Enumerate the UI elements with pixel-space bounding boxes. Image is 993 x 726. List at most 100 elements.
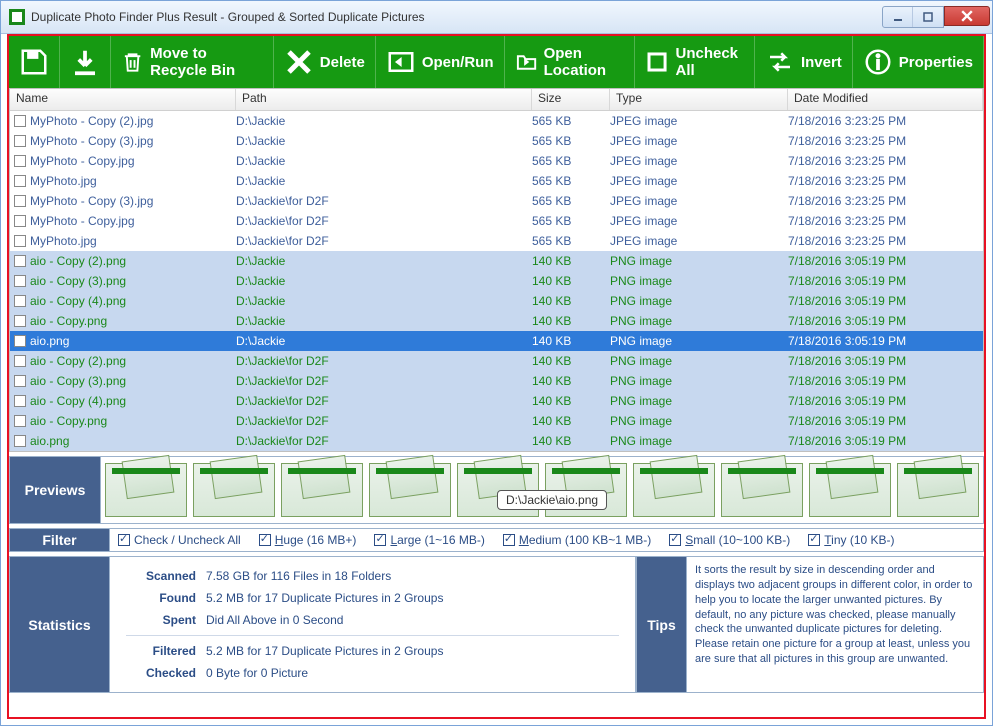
row-checkbox[interactable]	[14, 215, 26, 227]
save-button[interactable]	[9, 36, 60, 88]
row-checkbox[interactable]	[14, 335, 26, 347]
cell-size: 140 KB	[532, 394, 610, 408]
stat-filtered: 5.2 MB for 17 Duplicate Pictures in 2 Gr…	[206, 644, 443, 658]
cell-date: 7/18/2016 3:23:25 PM	[788, 214, 983, 228]
preview-thumbnail[interactable]	[105, 463, 187, 517]
cell-date: 7/18/2016 3:05:19 PM	[788, 434, 983, 448]
uncheck-button[interactable]: Uncheck All	[635, 36, 755, 88]
cell-size: 140 KB	[532, 314, 610, 328]
table-row[interactable]: aio.pngD:\Jackie\for D2F140 KBPNG image7…	[10, 431, 983, 451]
preview-thumbnail[interactable]	[809, 463, 891, 517]
cell-type: PNG image	[610, 254, 788, 268]
table-row[interactable]: MyPhoto.jpgD:\Jackie565 KBJPEG image7/18…	[10, 171, 983, 191]
cell-name: aio - Copy.png	[30, 414, 107, 428]
open-button[interactable]: Open/Run	[376, 36, 505, 88]
row-checkbox[interactable]	[14, 355, 26, 367]
location-button[interactable]: Open Location	[505, 36, 636, 88]
cell-type: JPEG image	[610, 194, 788, 208]
table-row[interactable]: MyPhoto - Copy (2).jpgD:\Jackie565 KBJPE…	[10, 111, 983, 131]
cell-path: D:\Jackie	[236, 314, 532, 328]
preview-thumbnail[interactable]	[369, 463, 451, 517]
cell-path: D:\Jackie	[236, 114, 532, 128]
filter-small[interactable]: Small (10~100 KB-)	[669, 533, 790, 547]
column-date[interactable]: Date Modified	[788, 89, 983, 110]
row-checkbox[interactable]	[14, 375, 26, 387]
cell-name: MyPhoto - Copy.jpg	[30, 214, 135, 228]
cell-date: 7/18/2016 3:23:25 PM	[788, 134, 983, 148]
cell-date: 7/18/2016 3:05:19 PM	[788, 414, 983, 428]
column-size[interactable]: Size	[532, 89, 610, 110]
table-row[interactable]: aio - Copy (4).pngD:\Jackie\for D2F140 K…	[10, 391, 983, 411]
table-row[interactable]: MyPhoto - Copy.jpgD:\Jackie\for D2F565 K…	[10, 211, 983, 231]
preview-thumbnail[interactable]	[721, 463, 803, 517]
cell-date: 7/18/2016 3:23:25 PM	[788, 114, 983, 128]
table-row[interactable]: MyPhoto - Copy (3).jpgD:\Jackie\for D2F5…	[10, 191, 983, 211]
row-checkbox[interactable]	[14, 195, 26, 207]
table-row[interactable]: aio - Copy (2).pngD:\Jackie140 KBPNG ima…	[10, 251, 983, 271]
row-checkbox[interactable]	[14, 315, 26, 327]
row-checkbox[interactable]	[14, 295, 26, 307]
table-row[interactable]: aio - Copy.pngD:\Jackie140 KBPNG image7/…	[10, 311, 983, 331]
row-checkbox[interactable]	[14, 255, 26, 267]
titlebar[interactable]: Duplicate Photo Finder Plus Result - Gro…	[1, 1, 992, 34]
cell-name: MyPhoto - Copy.jpg	[30, 154, 135, 168]
download-button[interactable]	[60, 36, 111, 88]
info-icon	[863, 47, 893, 77]
column-name[interactable]: Name	[10, 89, 236, 110]
statistics-label: Statistics	[10, 557, 110, 692]
cell-name: aio - Copy (3).png	[30, 374, 126, 388]
filter-medium[interactable]: Medium (100 KB~1 MB-)	[503, 533, 651, 547]
cell-date: 7/18/2016 3:05:19 PM	[788, 274, 983, 288]
cell-type: PNG image	[610, 334, 788, 348]
preview-thumbnail[interactable]	[281, 463, 363, 517]
row-checkbox[interactable]	[14, 135, 26, 147]
table-row[interactable]: aio - Copy (2).pngD:\Jackie\for D2F140 K…	[10, 351, 983, 371]
properties-button[interactable]: Properties	[853, 36, 984, 88]
row-checkbox[interactable]	[14, 115, 26, 127]
table-row[interactable]: MyPhoto - Copy.jpgD:\Jackie565 KBJPEG im…	[10, 151, 983, 171]
table-row[interactable]: aio - Copy (3).pngD:\Jackie140 KBPNG ima…	[10, 271, 983, 291]
cell-name: aio - Copy (3).png	[30, 274, 126, 288]
invert-button[interactable]: Invert	[755, 36, 853, 88]
cell-date: 7/18/2016 3:05:19 PM	[788, 294, 983, 308]
close-button[interactable]	[944, 6, 990, 26]
tips-label: Tips	[637, 557, 687, 692]
cell-date: 7/18/2016 3:05:19 PM	[788, 254, 983, 268]
filter-tiny[interactable]: Tiny (10 KB-)	[808, 533, 894, 547]
table-row[interactable]: aio - Copy (3).pngD:\Jackie\for D2F140 K…	[10, 371, 983, 391]
cell-date: 7/18/2016 3:05:19 PM	[788, 314, 983, 328]
column-type[interactable]: Type	[610, 89, 788, 110]
recycle-label: Move to Recycle Bin	[150, 45, 263, 79]
stat-spent-label: Spent	[126, 613, 196, 627]
minimize-button[interactable]	[883, 7, 913, 27]
table-row[interactable]: aio.pngD:\Jackie140 KBPNG image7/18/2016…	[10, 331, 983, 351]
cell-size: 565 KB	[532, 154, 610, 168]
table-row[interactable]: aio - Copy.pngD:\Jackie\for D2F140 KBPNG…	[10, 411, 983, 431]
cell-size: 140 KB	[532, 434, 610, 448]
filter-large[interactable]: Large (1~16 MB-)	[374, 533, 484, 547]
row-checkbox[interactable]	[14, 175, 26, 187]
filter-huge[interactable]: Huge (16 MB+)	[259, 533, 357, 547]
stat-scanned: 7.58 GB for 116 Files in 18 Folders	[206, 569, 391, 583]
row-checkbox[interactable]	[14, 275, 26, 287]
row-checkbox[interactable]	[14, 155, 26, 167]
row-checkbox[interactable]	[14, 395, 26, 407]
column-path[interactable]: Path	[236, 89, 532, 110]
cell-size: 140 KB	[532, 414, 610, 428]
table-row[interactable]: aio - Copy (4).pngD:\Jackie140 KBPNG ima…	[10, 291, 983, 311]
grid-header[interactable]: Name Path Size Type Date Modified	[10, 89, 983, 111]
row-checkbox[interactable]	[14, 235, 26, 247]
delete-button[interactable]: Delete	[274, 36, 376, 88]
table-row[interactable]: MyPhoto - Copy (3).jpgD:\Jackie565 KBJPE…	[10, 131, 983, 151]
row-checkbox[interactable]	[14, 435, 26, 447]
preview-thumbnail[interactable]	[633, 463, 715, 517]
row-checkbox[interactable]	[14, 415, 26, 427]
recycle-button[interactable]: Move to Recycle Bin	[111, 36, 274, 88]
filter-checkall[interactable]: Check / Uncheck All	[118, 533, 241, 547]
checkbox-icon	[669, 534, 681, 546]
preview-thumbnail[interactable]	[897, 463, 979, 517]
preview-thumbnail[interactable]	[193, 463, 275, 517]
grid-body: MyPhoto - Copy (2).jpgD:\Jackie565 KBJPE…	[10, 111, 983, 451]
table-row[interactable]: MyPhoto.jpgD:\Jackie\for D2F565 KBJPEG i…	[10, 231, 983, 251]
maximize-button[interactable]	[913, 7, 943, 27]
